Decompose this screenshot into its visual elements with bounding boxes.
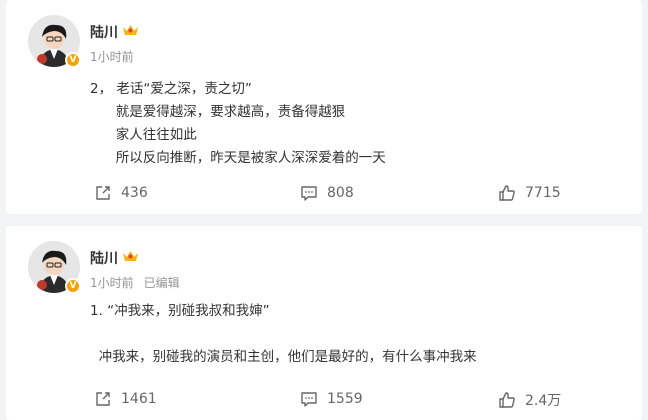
post-time[interactable]: 1小时前 <box>90 276 134 290</box>
action-bar: 1461 1559 2.4万 <box>6 380 642 420</box>
post-text-line: 1. “冲我来，别碰我叔和我婶” <box>90 303 270 319</box>
share-icon <box>96 392 110 406</box>
comment-button[interactable]: 1559 <box>300 390 363 408</box>
post-body: 1. “冲我来，别碰我叔和我婶” 冲我来，别碰我的演员和主创，他们是最好的，有什… <box>90 300 477 369</box>
post-text-line: 家人往往如此 <box>90 127 197 143</box>
like-icon <box>499 185 515 201</box>
crown-icon <box>123 25 138 35</box>
post-time[interactable]: 1小时前 <box>90 50 134 64</box>
share-button[interactable]: 436 <box>94 184 148 202</box>
comment-button[interactable]: 808 <box>300 184 354 202</box>
post-card: V 陆川 1小时前 已编辑 1. “冲我来，别碰我叔和我婶” 冲我来，别碰我的演员… <box>6 226 642 420</box>
post-text-line: 冲我来，别碰我的演员和主创，他们是最好的，有什么事冲我来 <box>90 349 477 365</box>
like-button[interactable]: 2.4万 <box>498 390 561 410</box>
action-bar: 436 808 7715 <box>6 174 642 214</box>
share-count: 1461 <box>121 391 157 407</box>
like-icon <box>499 392 515 408</box>
crown-icon <box>123 251 138 261</box>
share-count: 436 <box>121 185 148 201</box>
post-text-line: 2， 老话“爱之深，责之切” <box>90 81 252 97</box>
comment-icon <box>301 186 317 201</box>
share-button[interactable]: 1461 <box>94 390 157 408</box>
verified-v-icon: V <box>65 278 81 294</box>
edited-label[interactable]: 已编辑 <box>144 276 180 290</box>
like-count: 7715 <box>525 185 561 201</box>
post-meta: 1小时前 已编辑 <box>90 274 180 291</box>
post-text-line: 就是爱得越深，要求越高，责备得越狠 <box>90 104 346 120</box>
comment-icon <box>301 392 317 407</box>
author-name[interactable]: 陆川 <box>90 248 118 268</box>
post-card: V 陆川 1小时前 2， 老话“爱之深，责之切” 就是爱得越深，要求越高，责备得… <box>6 0 642 214</box>
verified-v-icon: V <box>65 52 81 68</box>
share-icon <box>96 186 110 200</box>
comment-count: 808 <box>327 185 354 201</box>
post-text-line: 所以反向推断，昨天是被家人深深爱着的一天 <box>90 150 386 166</box>
like-count: 2.4万 <box>525 393 562 409</box>
post-meta: 1小时前 <box>90 48 134 65</box>
author-name[interactable]: 陆川 <box>90 22 118 42</box>
comment-count: 1559 <box>327 391 363 407</box>
post-text-line <box>90 323 477 346</box>
like-button[interactable]: 7715 <box>498 184 561 202</box>
post-body: 2， 老话“爱之深，责之切” 就是爱得越深，要求越高，责备得越狠 家人往往如此 … <box>90 78 386 170</box>
